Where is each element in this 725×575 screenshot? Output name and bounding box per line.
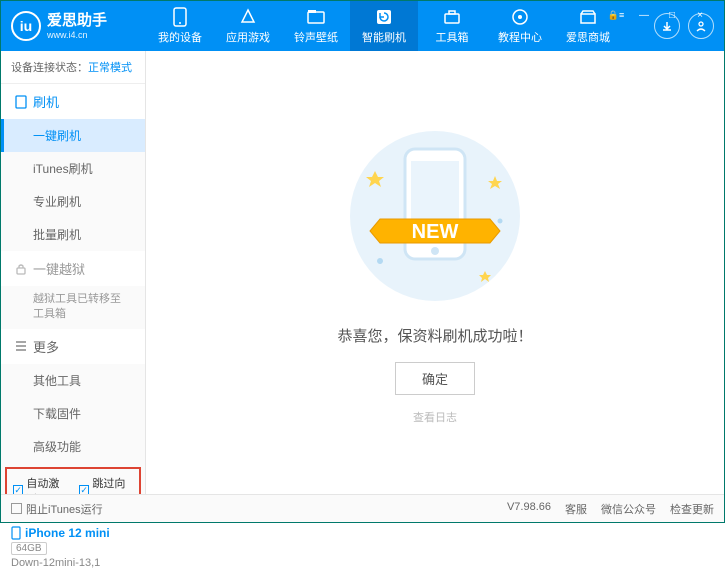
sidebar-section-jailbreak: 一键越狱 [1,251,145,286]
lock-icon[interactable]: 🔒≡ [605,4,627,26]
cb-label: 阻止iTunes运行 [26,501,103,517]
nav-label: 工具箱 [436,29,469,45]
conn-label: 设备连接状态： [11,62,88,74]
section-label: 更多 [33,337,59,356]
version-label: V7.98.66 [507,501,551,517]
success-illustration: NEW [335,121,535,311]
nav-toolbox[interactable]: 工具箱 [418,1,486,51]
book-icon [510,7,530,27]
device-storage: 64GB [11,542,47,555]
refresh-icon [374,7,394,27]
store-icon [578,7,598,27]
sidebar-item-other[interactable]: 其他工具 [1,364,145,397]
nav-label: 智能刷机 [362,29,406,45]
app-url: www.i4.cn [47,30,107,41]
sidebar-item-download[interactable]: 下载固件 [1,397,145,430]
nav-tabs: 我的设备 应用游戏 铃声壁纸 智能刷机 工具箱 教程中心 [146,1,654,51]
main-content: NEW 恭喜您，保资料刷机成功啦！ 确定 查看日志 [146,51,724,494]
body-area: 设备连接状态：正常模式 刷机 一键刷机 iTunes刷机 专业刷机 批量刷机 一… [1,51,724,494]
apps-icon [238,7,258,27]
phone-icon [170,7,190,27]
checkbox-block-itunes[interactable]: 阻止iTunes运行 [11,501,103,517]
minimize-button[interactable]: — [633,4,655,26]
nav-flash[interactable]: 智能刷机 [350,1,418,51]
sidebar: 设备连接状态：正常模式 刷机 一键刷机 iTunes刷机 专业刷机 批量刷机 一… [1,51,146,494]
connection-status: 设备连接状态：正常模式 [1,51,145,84]
logo-icon: iu [11,11,41,41]
nav-my-device[interactable]: 我的设备 [146,1,214,51]
conn-value: 正常模式 [88,62,132,74]
ok-button[interactable]: 确定 [395,362,475,395]
sidebar-item-oneclick[interactable]: 一键刷机 [1,119,145,152]
app-window: iu 爱思助手 www.i4.cn 我的设备 应用游戏 铃声壁纸 智能刷机 [0,0,725,523]
jailbreak-note: 越狱工具已转移至 工具箱 [1,286,145,329]
phone-icon [11,526,21,540]
sidebar-item-pro[interactable]: 专业刷机 [1,185,145,218]
update-link[interactable]: 检查更新 [670,501,714,517]
nav-apps[interactable]: 应用游戏 [214,1,282,51]
folder-icon [306,7,326,27]
toolbox-icon [442,7,462,27]
phone-icon [15,95,27,109]
device-info[interactable]: iPhone 12 mini 64GB Down-12mini-13,1 [1,519,145,575]
menu-icon [15,341,27,351]
checkbox-box [11,503,22,514]
device-name: iPhone 12 mini [11,526,135,540]
new-badge-text: NEW [412,221,459,243]
sidebar-section-flash[interactable]: 刷机 [1,84,145,119]
statusbar: 阻止iTunes运行 V7.98.66 客服 微信公众号 检查更新 [1,494,724,522]
nav-label: 教程中心 [498,29,542,45]
close-button[interactable]: × [689,4,711,26]
nav-label: 铃声壁纸 [294,29,338,45]
nav-label: 我的设备 [158,29,202,45]
support-link[interactable]: 客服 [565,501,587,517]
logo-area: iu 爱思助手 www.i4.cn [11,11,146,41]
view-log-link[interactable]: 查看日志 [413,409,457,425]
success-message: 恭喜您，保资料刷机成功啦！ [337,325,532,346]
nav-ringtones[interactable]: 铃声壁纸 [282,1,350,51]
nav-label: 应用游戏 [226,29,270,45]
sidebar-section-more[interactable]: 更多 [1,329,145,364]
sidebar-item-itunes[interactable]: iTunes刷机 [1,152,145,185]
wechat-link[interactable]: 微信公众号 [601,501,656,517]
lock-icon [15,263,27,275]
titlebar: iu 爱思助手 www.i4.cn 我的设备 应用游戏 铃声壁纸 智能刷机 [1,1,724,51]
maximize-button[interactable]: □ [661,4,683,26]
section-label: 刷机 [33,92,59,111]
nav-tutorials[interactable]: 教程中心 [486,1,554,51]
app-title: 爱思助手 [47,12,107,30]
sidebar-item-advanced[interactable]: 高级功能 [1,430,145,463]
sidebar-item-batch[interactable]: 批量刷机 [1,218,145,251]
device-model: Down-12mini-13,1 [11,557,135,569]
section-label: 一键越狱 [33,259,85,278]
nav-label: 爱思商城 [566,29,610,45]
